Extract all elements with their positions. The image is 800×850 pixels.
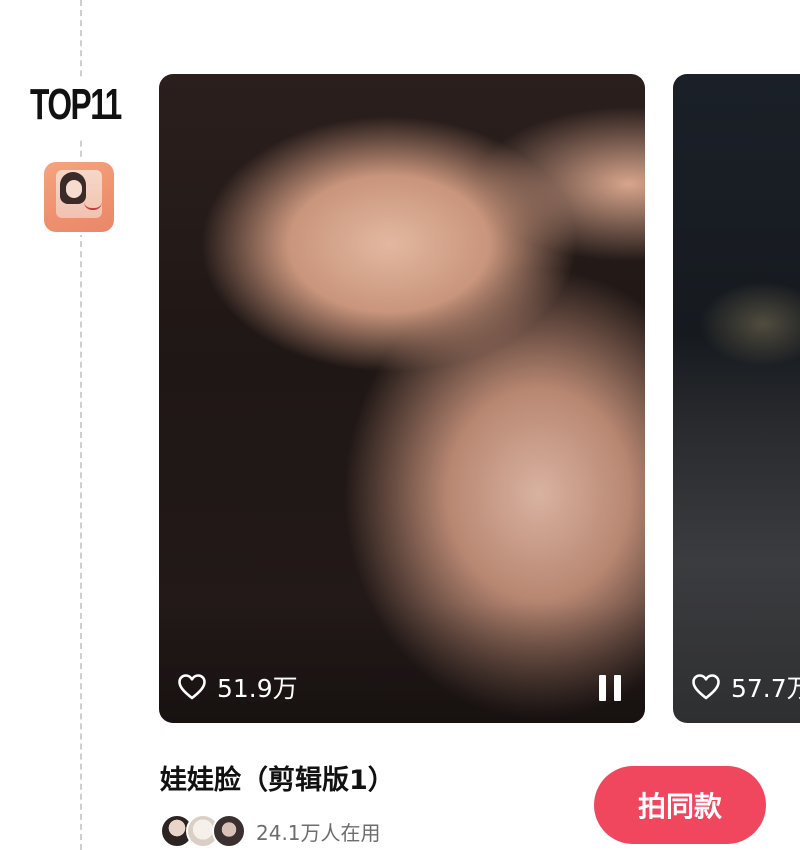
like-count: 57.7万: [691, 669, 800, 705]
usage-row: 24.1万人在用: [160, 814, 381, 848]
like-count-text: 57.7万: [731, 674, 800, 703]
avatar: [212, 814, 246, 848]
usage-count: 24.1万人在用: [256, 820, 381, 845]
rank-label: TOP11: [30, 78, 122, 138]
heart-icon: [692, 674, 720, 700]
heart-icon: [178, 674, 206, 700]
video-card-next[interactable]: 57.7万: [673, 74, 800, 723]
shoot-same-button[interactable]: 拍同款: [594, 766, 766, 844]
video-bottom-shade: [159, 603, 645, 723]
user-avatar-stack: [160, 814, 246, 848]
pause-icon[interactable]: [599, 675, 623, 701]
like-count-text: 51.9万: [217, 674, 298, 703]
template-title: 娃娃脸（剪辑版1）: [160, 765, 395, 796]
thumbnail-face: [66, 180, 82, 198]
video-card-main[interactable]: 51.9万: [159, 74, 645, 723]
like-count: 51.9万: [177, 669, 298, 705]
template-cover-thumbnail[interactable]: [44, 162, 114, 232]
